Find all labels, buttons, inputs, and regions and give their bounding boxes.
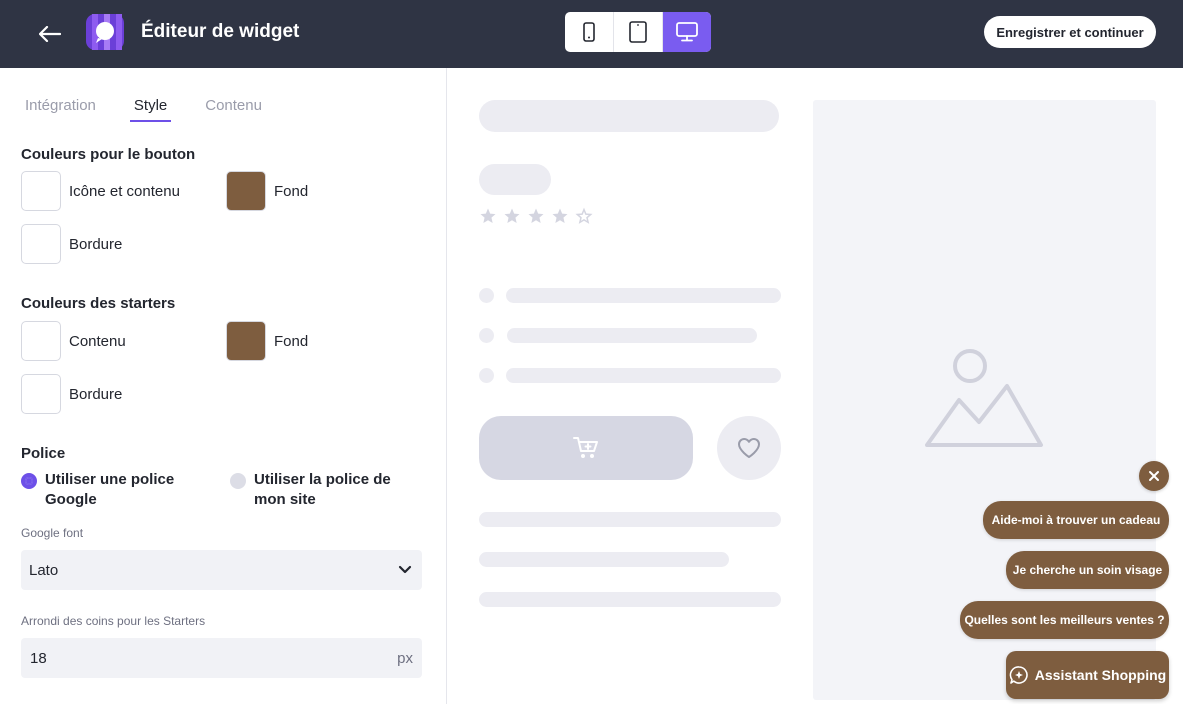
mobile-icon: [583, 22, 595, 42]
star-filled-icon: [480, 208, 496, 223]
button-background-color: Fond: [226, 171, 308, 211]
skeleton-line: [479, 592, 781, 607]
star-outline-icon: [575, 207, 593, 224]
settings-panel: Intégration Style Contenu Couleurs pour …: [0, 68, 447, 704]
device-switcher: [565, 12, 711, 52]
skeleton-price: [479, 164, 551, 195]
button-icon-content-swatch[interactable]: [21, 171, 61, 211]
starter-background-label: Fond: [274, 332, 309, 350]
starter-button[interactable]: Je cherche un soin visage: [1006, 551, 1169, 589]
star-filled-icon: [552, 208, 568, 223]
wishlist-button[interactable]: [717, 416, 781, 480]
starter-content-color: Contenu: [21, 321, 126, 361]
tab-contenu[interactable]: Contenu: [201, 96, 266, 122]
button-background-swatch[interactable]: [226, 171, 266, 211]
settings-tabs: Intégration Style Contenu: [21, 96, 296, 122]
cart-icon: [573, 437, 598, 458]
chat-sparkle-icon: [1009, 666, 1028, 684]
star-filled-icon: [504, 208, 520, 223]
corner-radius-input[interactable]: 18 px: [21, 638, 422, 678]
button-border-swatch[interactable]: [21, 224, 61, 264]
skeleton-line: [506, 368, 781, 383]
add-to-cart-button[interactable]: [479, 416, 693, 480]
starter-button[interactable]: Quelles sont les meilleurs ventes ?: [960, 601, 1169, 639]
chevron-down-icon: [398, 565, 412, 574]
button-border-label: Bordure: [69, 235, 123, 253]
starter-border-color: Bordure: [21, 374, 122, 414]
tablet-icon: [629, 21, 647, 43]
skeleton-bullet: [479, 328, 494, 343]
starter-content-label: Contenu: [69, 332, 126, 350]
tab-integration[interactable]: Intégration: [21, 96, 100, 122]
heart-icon: [738, 438, 760, 458]
font-option-site[interactable]: Utiliser la police de mon site: [230, 470, 425, 510]
corner-radius-unit: px: [397, 649, 413, 667]
device-mobile-button[interactable]: [565, 12, 614, 52]
button-border-color: Bordure: [21, 224, 122, 264]
button-colors-title: Couleurs pour le bouton: [21, 146, 196, 163]
button-icon-content-label: Icône et contenu: [69, 182, 180, 200]
radio-selected-icon: [21, 473, 37, 489]
rating-stars: [479, 207, 593, 225]
font-option-google[interactable]: Utiliser une police Google: [21, 470, 211, 510]
assistant-shopping-button[interactable]: Assistant Shopping: [1006, 651, 1169, 699]
skeleton-bullet: [479, 368, 494, 383]
widget-preview: Aide-moi à trouver un cadeau Je cherche …: [448, 68, 1183, 704]
starter-button[interactable]: Aide-moi à trouver un cadeau: [983, 501, 1169, 539]
google-font-select[interactable]: Lato: [21, 550, 422, 590]
desktop-icon: [676, 22, 698, 42]
device-desktop-button[interactable]: [663, 12, 711, 52]
back-button[interactable]: [34, 18, 66, 50]
save-and-continue-button[interactable]: Enregistrer et continuer: [984, 16, 1156, 48]
corner-radius-value: 18: [30, 649, 47, 667]
star-filled-icon: [528, 208, 544, 223]
button-icon-content-color: Icône et contenu: [21, 171, 180, 211]
starter-border-swatch[interactable]: [21, 374, 61, 414]
corner-radius-label: Arrondi des coins pour les Starters: [21, 614, 206, 628]
skeleton-line: [479, 552, 729, 567]
arrow-left-icon: [39, 26, 61, 42]
font-title: Police: [21, 445, 66, 462]
skeleton-title: [479, 100, 779, 132]
starter-content-swatch[interactable]: [21, 321, 61, 361]
button-background-label: Fond: [274, 182, 309, 200]
font-option-site-label: Utiliser la police de mon site: [254, 471, 391, 508]
app-logo: [84, 12, 126, 52]
google-font-value: Lato: [29, 561, 59, 579]
starter-border-label: Bordure: [69, 385, 123, 403]
skeleton-line: [506, 288, 781, 303]
tab-style[interactable]: Style: [129, 96, 172, 122]
skeleton-line: [507, 328, 757, 343]
starter-background-color: Fond: [226, 321, 308, 361]
close-icon: [1149, 471, 1159, 481]
device-tablet-button[interactable]: [614, 12, 663, 52]
starter-colors-title: Couleurs des starters: [21, 295, 176, 312]
top-bar: Éditeur de widget Enregistrer et continu…: [0, 0, 1183, 68]
font-option-google-label: Utiliser une police Google: [45, 471, 175, 508]
starter-background-swatch[interactable]: [226, 321, 266, 361]
skeleton-line: [479, 512, 781, 527]
radio-unselected-icon: [230, 473, 246, 489]
image-placeholder-icon: [925, 349, 1043, 447]
google-font-label: Google font: [21, 526, 84, 540]
close-starters-button[interactable]: [1139, 461, 1169, 491]
page-title: Éditeur de widget: [141, 21, 300, 42]
skeleton-bullet: [479, 288, 494, 303]
assistant-shopping-label: Assistant Shopping: [1034, 667, 1167, 683]
